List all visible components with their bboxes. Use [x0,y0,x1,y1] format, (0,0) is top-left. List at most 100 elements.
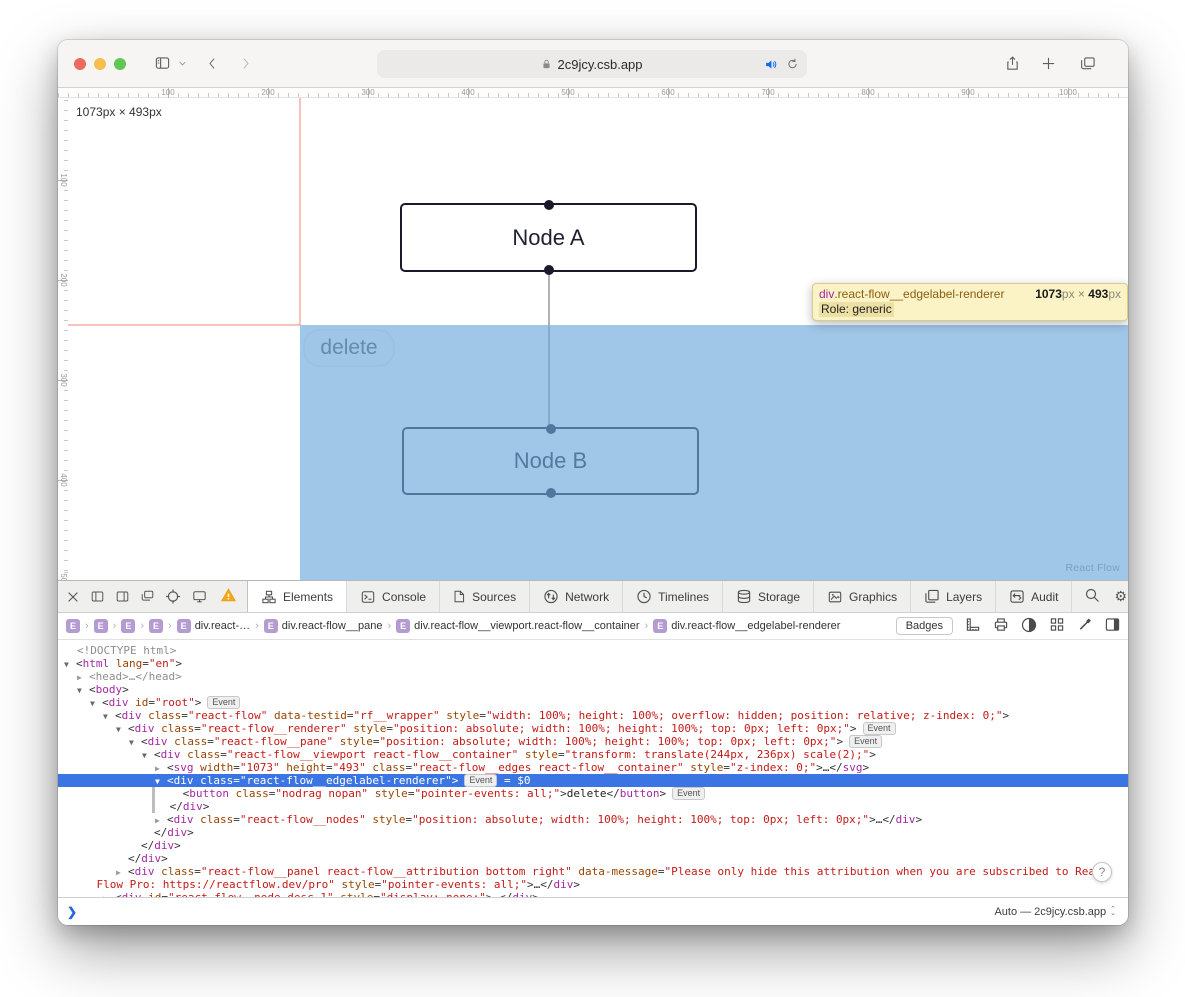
collapse-arrow-icon[interactable]: ▼ [142,749,154,762]
inspect-element-icon[interactable] [165,589,181,604]
dom-tree-node[interactable]: ▼<div class="react-flow__viewport react-… [58,748,1128,761]
breadcrumb-item[interactable]: Ediv.react-… [177,619,250,633]
tab-graphics[interactable]: Graphics [813,581,910,612]
new-tab-icon[interactable] [1041,56,1056,71]
tooltip-classes: .react-flow__edgelabel-renderer [834,286,1004,302]
details-sidebar-icon[interactable] [1105,617,1120,635]
back-button[interactable] [206,56,219,71]
breadcrumb-item[interactable]: Ediv.react-flow__viewport.react-flow__co… [396,619,639,633]
ruler-left-number: 500 [58,573,68,580]
dom-tree-node[interactable]: ▼<div class="react-flow__pane" style="po… [58,735,1128,748]
dom-tree-node[interactable]: ▼<div class="react-flow__renderer" style… [58,722,1128,735]
event-badge[interactable]: Event [464,774,497,787]
selection-children-guide [152,787,155,813]
dom-tree-node[interactable]: ▶<svg width="1073" height="493" class="r… [58,761,1128,774]
detach-window-icon[interactable] [140,590,155,603]
dom-tree-node[interactable]: ▼<div id="root">Event [58,696,1128,709]
badges-button[interactable]: Badges [896,617,953,635]
console-icon [360,590,376,604]
dom-tree-node[interactable]: <!DOCTYPE html> [58,644,1128,657]
zoom-window-button[interactable] [114,58,126,70]
breadcrumb-item[interactable]: Ediv.react-flow__edgelabel-renderer [653,619,840,633]
collapse-arrow-icon[interactable]: ▼ [90,697,102,710]
collapse-arrow-icon[interactable]: ▼ [129,736,141,749]
dom-tree-node[interactable]: ▶<head>…</head> [58,670,1128,683]
flow-node-a[interactable]: Node A [400,203,697,272]
node-a-bottom-handle[interactable] [544,265,554,275]
issues-warning-icon[interactable] [220,588,237,606]
dom-tree-node[interactable]: </div> [58,826,1128,839]
edit-styles-icon[interactable] [1077,617,1093,635]
dom-tree-node[interactable]: ▶<div class="react-flow__panel react-flo… [58,865,1128,878]
collapse-arrow-icon[interactable]: ▼ [116,723,128,736]
breadcrumb-item[interactable]: E [66,619,80,633]
tab-network[interactable]: Network [529,581,622,612]
execution-context-label: Auto — 2c9jcy.csb.app [994,906,1106,918]
dom-tree: <!DOCTYPE html>▼<html lang="en">▶<head>…… [58,640,1128,897]
close-inspector-icon[interactable] [66,590,80,604]
help-button[interactable]: ? [1092,862,1112,882]
search-icon[interactable] [1084,587,1100,606]
share-icon[interactable] [1005,55,1020,72]
element-highlight-overlay [300,325,1128,580]
collapse-arrow-icon[interactable]: ▼ [155,775,167,788]
breadcrumb-item[interactable]: E [121,619,135,633]
tab-sources[interactable]: Sources [439,581,529,612]
dom-tree-node-selected[interactable]: ▼<div class="react-flow__edgelabel-rende… [58,774,1128,787]
timelines-icon [636,589,652,604]
quick-console-prompt[interactable]: ❯ [58,905,77,919]
dom-tree-node[interactable]: ▶<div class="react-flow__nodes" style="p… [58,813,1128,826]
console-reference-label: = $0 [497,774,530,787]
tab-overview-icon[interactable] [1080,56,1096,71]
breadcrumb-item[interactable]: E [94,619,108,633]
dom-tree-node[interactable]: </div> [58,852,1128,865]
print-styles-icon[interactable] [993,617,1009,635]
event-badge[interactable]: Event [672,787,705,800]
dom-tree-node[interactable]: ▼<html lang="en"> [58,657,1128,670]
appearance-toggle-icon[interactable] [1021,617,1037,636]
event-badge[interactable]: Event [863,722,896,735]
dom-tree-node[interactable]: ▼<body> [58,683,1128,696]
address-bar[interactable]: 2c9jcy.csb.app [377,50,807,78]
breadcrumb-item[interactable]: E [149,619,163,633]
reload-icon[interactable] [786,57,799,71]
tab-audit[interactable]: Audit [995,581,1072,612]
tab-timelines[interactable]: Timelines [622,581,722,612]
minimize-window-button[interactable] [94,58,106,70]
dom-tree-node[interactable]: <button class="nodrag nopan" style="poin… [58,787,1128,800]
collapse-arrow-icon[interactable]: ▼ [77,684,89,697]
collapse-arrow-icon[interactable]: ▼ [64,658,76,671]
tab-console[interactable]: Console [346,581,439,612]
inspect-guide-horizontal [58,324,300,326]
node-a-top-handle[interactable] [544,200,554,210]
audio-mute-icon[interactable] [764,58,778,71]
collapse-arrow-icon[interactable]: ▼ [103,710,115,723]
device-settings-icon[interactable] [191,590,208,604]
breadcrumb-item[interactable]: Ediv.react-flow__pane [264,619,383,633]
safari-window: 2c9jcy.csb.app 1002003004005006007008009… [58,40,1128,925]
tab-label: Network [565,590,609,604]
execution-context-select[interactable]: Auto — 2c9jcy.csb.app ⌃⌄ [994,906,1128,918]
tab-elements[interactable]: Elements [247,581,346,612]
lock-icon [541,58,552,70]
tab-layers[interactable]: Layers [910,581,995,612]
close-window-button[interactable] [74,58,86,70]
sidebar-icon[interactable] [154,56,171,71]
node-a-label: Node A [512,225,584,251]
tab-storage[interactable]: Storage [722,581,813,612]
dock-bottom-icon[interactable] [115,590,130,603]
event-badge[interactable]: Event [207,696,240,709]
dom-tree-node[interactable]: Flow Pro: https://reactflow.dev/pro" sty… [58,878,1128,891]
grid-overlay-icon[interactable] [1049,617,1065,635]
dom-tree-node[interactable]: </div> [58,839,1128,852]
traffic-lights [74,58,134,70]
event-badge[interactable]: Event [849,735,882,748]
rulers-toggle-icon[interactable] [965,617,981,635]
breadcrumb-label: div.react-flow__edgelabel-renderer [671,620,840,632]
dom-tree-node[interactable]: ▼<div class="react-flow" data-testid="rf… [58,709,1128,722]
settings-gear-icon[interactable]: ⚙ [1114,589,1127,604]
chevron-down-icon[interactable] [177,58,188,69]
dom-tree-node[interactable]: </div> [58,800,1128,813]
forward-button[interactable] [239,56,252,71]
dock-right-icon[interactable] [90,590,105,603]
